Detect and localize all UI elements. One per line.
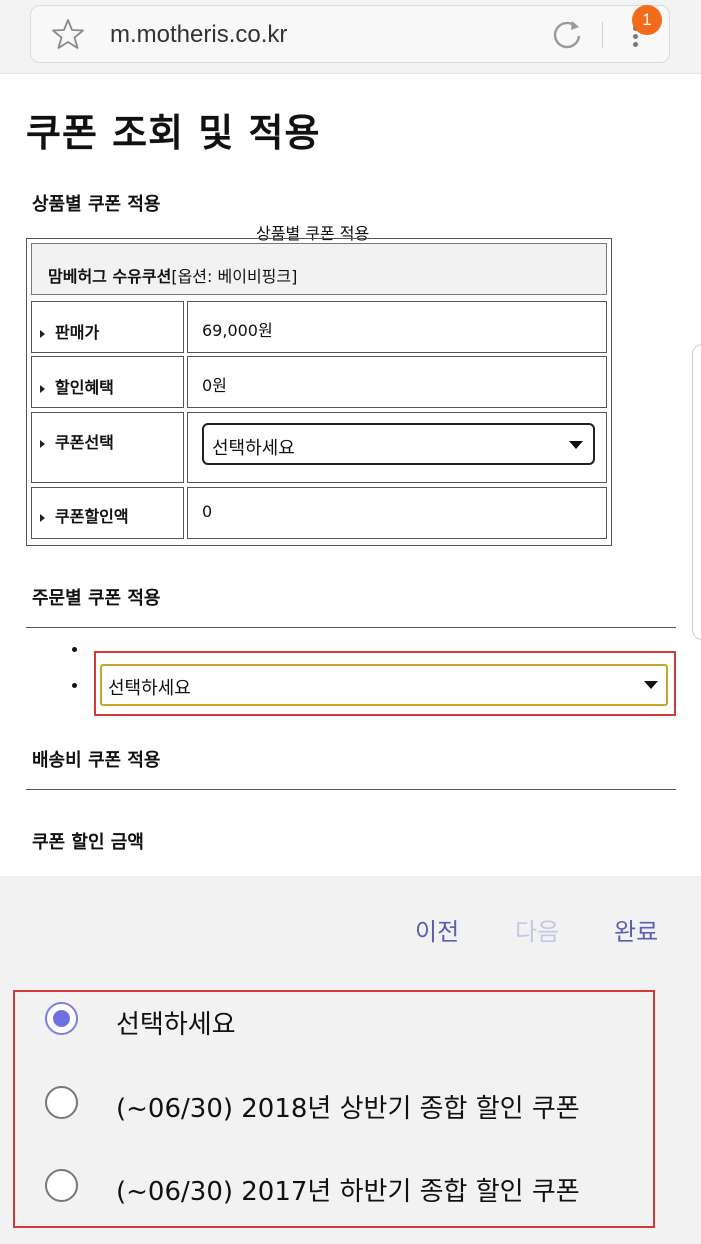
coupon-discount-value: 0 bbox=[202, 502, 213, 521]
row-label-cell: 할인혜택 bbox=[31, 356, 184, 408]
sale-price-value: 69,000원 bbox=[202, 321, 273, 340]
order-coupon-select[interactable]: 선택하세요 bbox=[100, 664, 668, 706]
dropdown-arrow-icon bbox=[569, 441, 583, 449]
option-label[interactable]: (~06/30) 2017년 하반기 종합 할인 쿠폰 bbox=[116, 1171, 580, 1208]
sale-price-label: 판매가 bbox=[40, 319, 99, 343]
product-name-text: 맘베허그 수유쿠션 bbox=[48, 267, 172, 286]
coupon-select-label: 쿠폰선택 bbox=[40, 429, 114, 453]
divider bbox=[26, 627, 676, 628]
shipping-coupon-section-title: 배송비 쿠폰 적용 bbox=[32, 750, 161, 771]
product-coupon-section-title: 상품별 쿠폰 적용 bbox=[32, 194, 161, 215]
reload-icon[interactable] bbox=[550, 18, 584, 52]
browser-toolbar: m.motheris.co.kr 1 bbox=[0, 0, 701, 74]
page-title: 쿠폰 조회 및 적용 bbox=[26, 111, 321, 155]
row-label-cell: 쿠폰선택 bbox=[31, 412, 184, 483]
product-coupon-table: 맘베허그 수유쿠션[옵션: 베이비핑크] 판매가 69,000원 할인혜택 0원… bbox=[26, 238, 612, 546]
product-name: 맘베허그 수유쿠션[옵션: 베이비핑크] bbox=[48, 263, 297, 287]
list-bullet bbox=[72, 647, 77, 652]
radio-option-0[interactable] bbox=[45, 1002, 78, 1035]
list-bullet bbox=[72, 683, 77, 688]
row-label-cell: 쿠폰할인액 bbox=[31, 487, 184, 539]
radio-option-1[interactable] bbox=[45, 1086, 78, 1119]
product-coupon-select[interactable]: 선택하세요 bbox=[202, 423, 595, 465]
discount-benefit-value: 0원 bbox=[202, 376, 227, 395]
prev-button[interactable]: 이전 bbox=[415, 912, 459, 947]
product-option-text: [옵션: 베이비핑크] bbox=[171, 267, 298, 286]
coupon-discount-total-title: 쿠폰 할인 금액 bbox=[32, 832, 144, 853]
coupon-discount-label: 쿠폰할인액 bbox=[40, 503, 129, 527]
notification-badge: 1 bbox=[632, 5, 662, 35]
row-value-cell: 선택하세요 bbox=[187, 412, 607, 483]
option-label[interactable]: 선택하세요 bbox=[116, 1004, 236, 1041]
order-coupon-section-title: 주문별 쿠폰 적용 bbox=[32, 588, 161, 609]
product-name-cell: 맘베허그 수유쿠션[옵션: 베이비핑크] bbox=[31, 243, 607, 295]
row-value-cell: 0원 bbox=[187, 356, 607, 408]
row-value-cell: 69,000원 bbox=[187, 301, 607, 353]
radio-option-2[interactable] bbox=[45, 1169, 78, 1202]
done-button[interactable]: 완료 bbox=[614, 912, 658, 947]
discount-benefit-label: 할인혜택 bbox=[40, 374, 114, 398]
scroll-handle[interactable] bbox=[692, 344, 701, 640]
divider bbox=[26, 789, 676, 790]
row-label-cell: 판매가 bbox=[31, 301, 184, 353]
product-coupon-select-value: 선택하세요 bbox=[212, 438, 295, 459]
toolbar-divider bbox=[602, 22, 603, 48]
row-value-cell: 0 bbox=[187, 487, 607, 539]
order-coupon-select-value: 선택하세요 bbox=[108, 678, 191, 699]
url-text[interactable]: m.motheris.co.kr bbox=[110, 21, 287, 49]
dropdown-arrow-icon bbox=[644, 681, 658, 689]
bookmark-star-icon[interactable] bbox=[52, 18, 84, 50]
option-label[interactable]: (~06/30) 2018년 상반기 종합 할인 쿠폰 bbox=[116, 1088, 580, 1125]
next-button[interactable]: 다음 bbox=[515, 912, 559, 947]
